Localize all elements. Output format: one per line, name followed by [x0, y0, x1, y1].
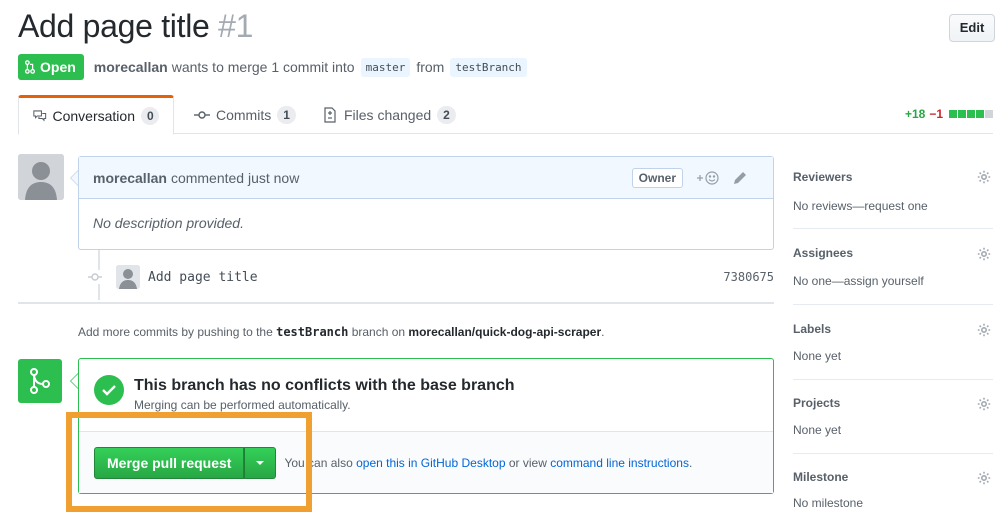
pr-title-text: Add page title — [18, 8, 210, 44]
alt-suffix: . — [688, 455, 693, 470]
diffstat-deletions: −1 — [929, 107, 943, 121]
sidebar-value: None yet — [793, 349, 842, 363]
commit-sha[interactable]: 7380675 — [723, 270, 774, 284]
gear-icon[interactable] — [977, 247, 991, 261]
sidebar-value: None yet — [793, 423, 842, 437]
tab-files-changed[interactable]: Files changed 2 — [308, 95, 470, 134]
merge-box: This branch has no conflicts with the ba… — [78, 358, 774, 494]
alt-prefix: You can also — [284, 455, 353, 470]
command-line-link[interactable]: command line instructions — [550, 456, 689, 470]
sidebar-value: No one—assign yourself — [793, 274, 924, 288]
meta-text-merge: wants to merge 1 commit into — [171, 59, 355, 75]
pr-tabs: Conversation 0 Commits 1 Files changed 2… — [18, 95, 993, 135]
timeline-divider — [18, 302, 774, 304]
sidebar-heading[interactable]: Labels — [793, 322, 993, 336]
gear-icon[interactable] — [977, 170, 991, 184]
merge-heading: This branch has no conflicts with the ba… — [134, 377, 515, 394]
base-branch[interactable]: master — [360, 57, 411, 77]
add-reaction-icon[interactable] — [695, 170, 721, 186]
pr-sidebar: Reviewers No reviews—request one Assigne… — [793, 156, 993, 514]
tab-label: Commits — [216, 106, 272, 123]
head-branch[interactable]: testBranch — [450, 57, 527, 77]
merge-button-group: Merge pull request — [94, 446, 277, 479]
commit-author-avatar[interactable] — [116, 265, 140, 289]
tab-count: 2 — [437, 105, 456, 124]
edit-button[interactable]: Edit — [949, 14, 995, 42]
diffstat-additions: +18 — [904, 107, 926, 121]
comment-header: morecallan commented just now Owner — [79, 157, 773, 199]
gear-icon[interactable] — [977, 471, 991, 485]
pr-meta: Open morecallan wants to merge 1 commit … — [18, 54, 533, 80]
sidebar-milestone: Milestone No milestone — [793, 454, 993, 514]
state-label: Open — [40, 59, 76, 75]
sidebar-labels: Labels None yet — [793, 305, 993, 380]
pr-comment: morecallan commented just now Owner No d… — [78, 156, 774, 250]
merge-status-icon-box — [18, 359, 62, 403]
sidebar-heading[interactable]: Assignees — [793, 246, 993, 260]
push-hint: Add more commits by pushing to the testB… — [78, 325, 605, 339]
caret-down-icon — [256, 460, 265, 465]
meta-text-from: from — [416, 59, 445, 75]
hint-branch: testBranch — [276, 325, 349, 339]
open-desktop-link[interactable]: open this in GitHub Desktop — [356, 456, 505, 470]
sidebar-value: No milestone — [793, 496, 864, 510]
pr-number: #1 — [218, 8, 254, 44]
sidebar-heading[interactable]: Milestone — [793, 470, 993, 484]
sidebar-assignees: Assignees No one—assign yourself — [793, 229, 993, 305]
diffstat-blocks — [949, 110, 993, 118]
commit-row: Add page title 7380675 — [88, 262, 774, 292]
tab-conversation[interactable]: Conversation 0 — [18, 95, 174, 135]
comment-body: No description provided. — [93, 215, 244, 231]
merge-alternatives: You can also open this in GitHub Desktop… — [284, 456, 692, 470]
sidebar-projects: Projects None yet — [793, 380, 993, 454]
sidebar-heading[interactable]: Reviewers — [793, 170, 993, 184]
merge-subtext: Merging can be performed automatically. — [134, 398, 351, 412]
state-badge: Open — [18, 54, 84, 80]
default-user-avatar-icon — [18, 154, 64, 200]
tab-label: Files changed — [344, 106, 432, 123]
merge-status: This branch has no conflicts with the ba… — [94, 375, 515, 412]
comment-action: commented just now — [170, 169, 300, 186]
tab-count: 0 — [141, 107, 159, 125]
gear-icon[interactable] — [977, 397, 991, 411]
author-link[interactable]: morecallan — [94, 59, 168, 75]
git-commit-icon — [194, 110, 210, 119]
hint-repo: morecallan/quick-dog-api-scraper — [408, 325, 602, 339]
hint-mid: branch on — [351, 325, 406, 339]
merge-method-dropdown[interactable] — [244, 446, 277, 479]
owner-badge: Owner — [631, 167, 683, 188]
merge-actions: Merge pull request You can also open thi… — [79, 431, 773, 493]
sidebar-value: No reviews—request one — [793, 199, 928, 213]
hint-pre: Add more commits by pushing to the — [78, 325, 273, 339]
comment-discussion-icon — [33, 110, 47, 122]
git-merge-icon — [30, 368, 50, 394]
edit-comment-icon[interactable] — [733, 171, 747, 185]
alt-mid: or view — [508, 455, 547, 470]
default-user-avatar-icon — [116, 265, 140, 289]
pr-title: Add page title #1 — [18, 8, 995, 45]
diffstat: +18 −1 — [905, 107, 993, 121]
check-icon — [94, 375, 124, 405]
tab-label: Conversation — [52, 108, 136, 124]
tab-commits[interactable]: Commits 1 — [180, 95, 310, 134]
hint-post: . — [601, 325, 605, 339]
git-commit-icon — [88, 270, 102, 284]
sidebar-heading[interactable]: Projects — [793, 396, 993, 410]
pull-request-icon — [24, 60, 36, 74]
merge-pull-request-button[interactable]: Merge pull request — [94, 446, 245, 479]
pr-header: Add page title #1 Edit — [18, 8, 995, 52]
gear-icon[interactable] — [977, 323, 991, 337]
commit-message[interactable]: Add page title — [148, 270, 258, 285]
tab-count: 1 — [277, 105, 296, 124]
comment-author[interactable]: morecallan — [93, 170, 167, 186]
sidebar-reviewers: Reviewers No reviews—request one — [793, 156, 993, 229]
file-diff-icon — [324, 106, 336, 123]
commenter-avatar[interactable] — [18, 154, 64, 200]
